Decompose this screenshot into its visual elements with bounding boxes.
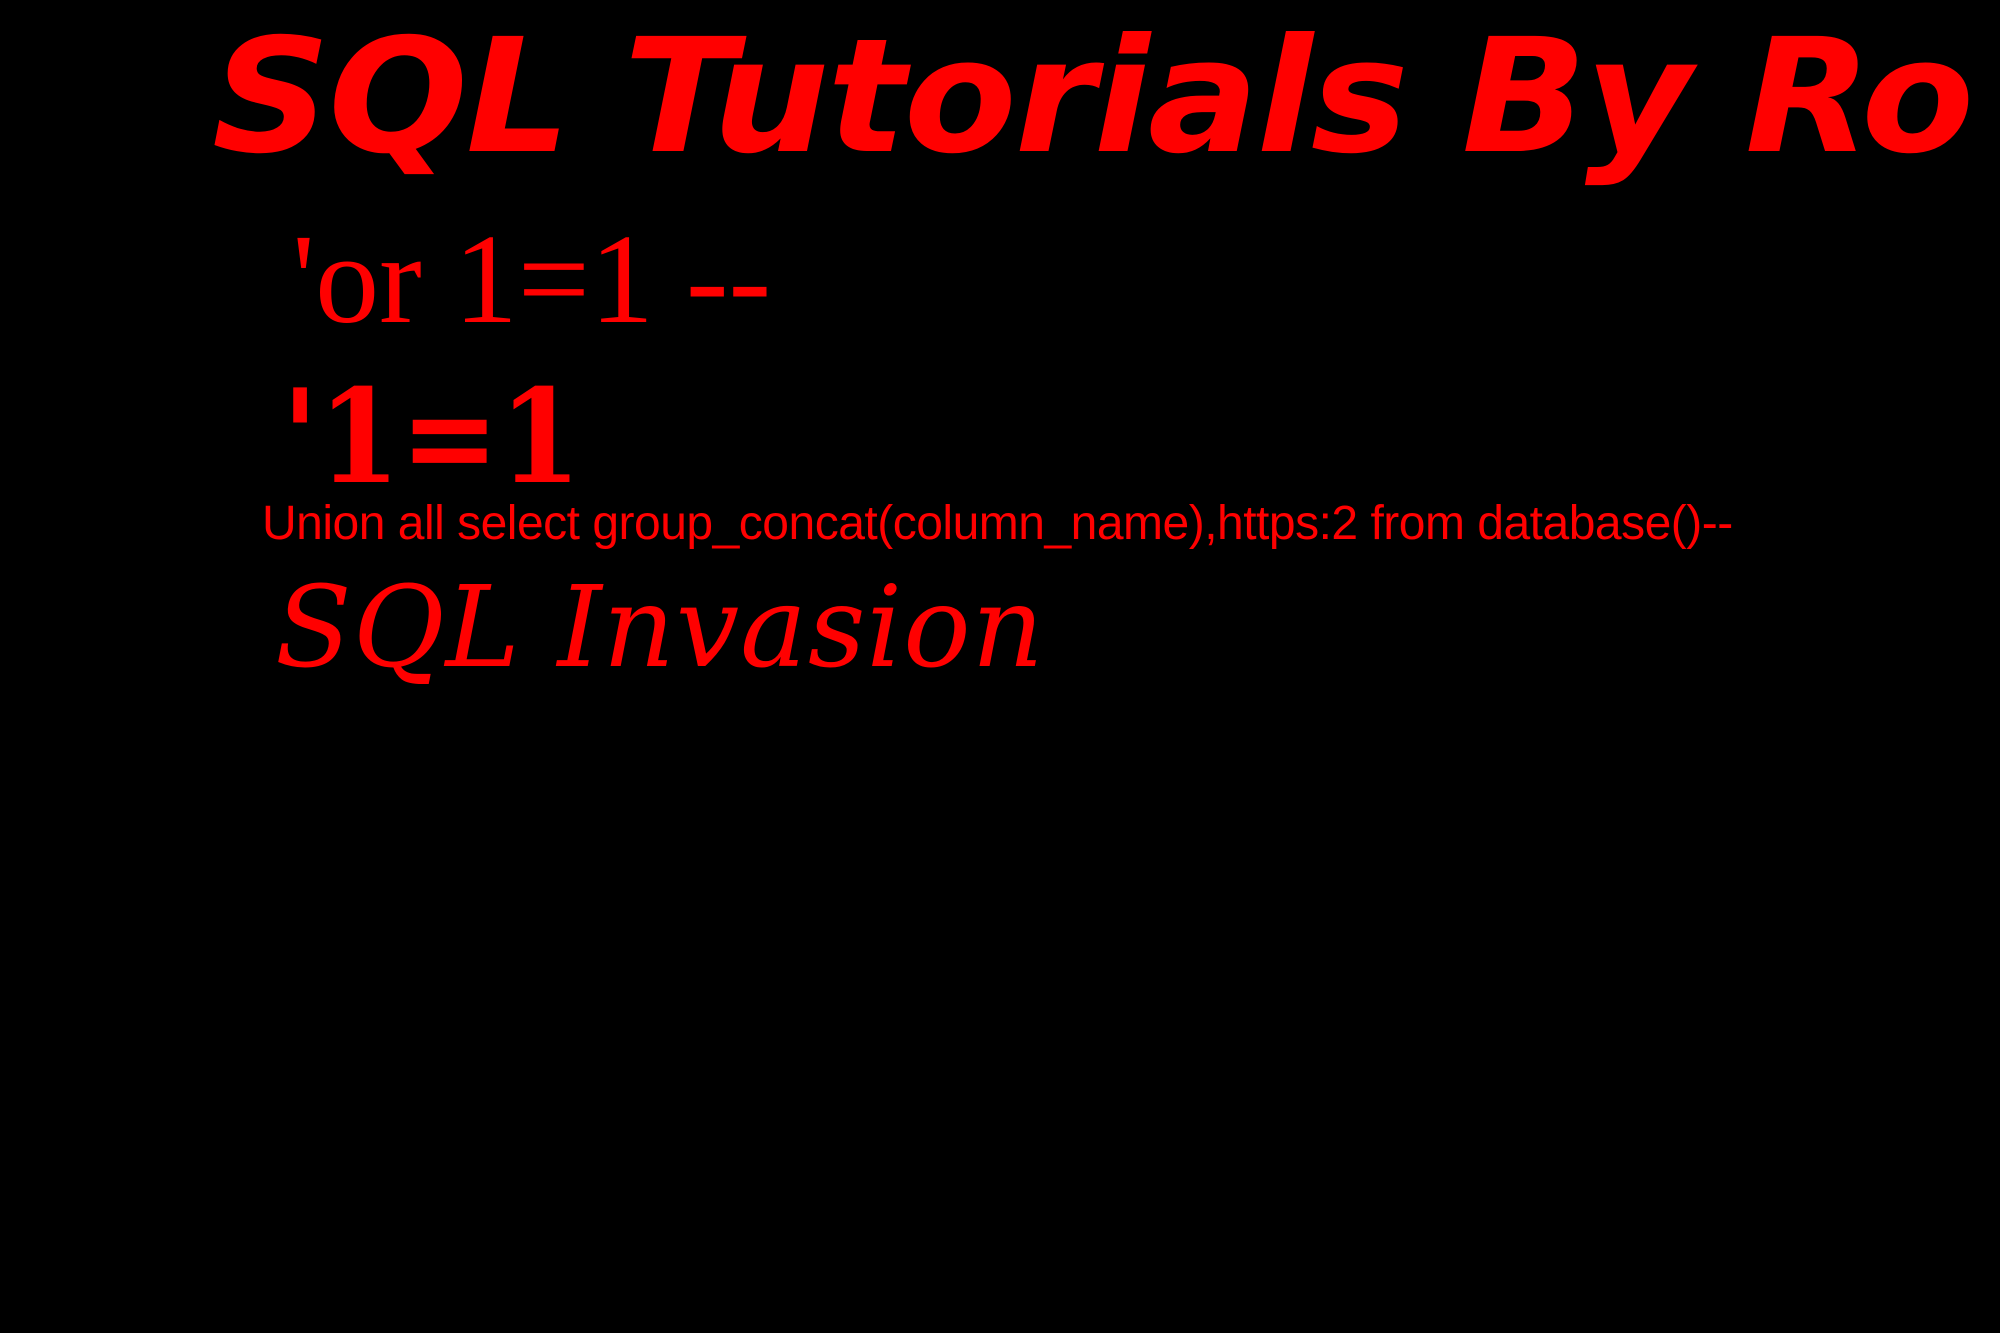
slide-canvas: SQL Tutorials By Ro 'or 1=1 -- '1=1 Unio… bbox=[0, 0, 2000, 1333]
injection-line-1-equals-1: '1=1 bbox=[282, 359, 582, 513]
injection-line-or-1-equals-1: 'or 1=1 -- bbox=[292, 208, 772, 350]
slide-tagline: SQL Invasion bbox=[275, 563, 1045, 693]
slide-title: SQL Tutorials By Ro bbox=[212, 5, 1974, 189]
injection-line-union-select: Union all select group_concat(column_nam… bbox=[262, 497, 1733, 550]
